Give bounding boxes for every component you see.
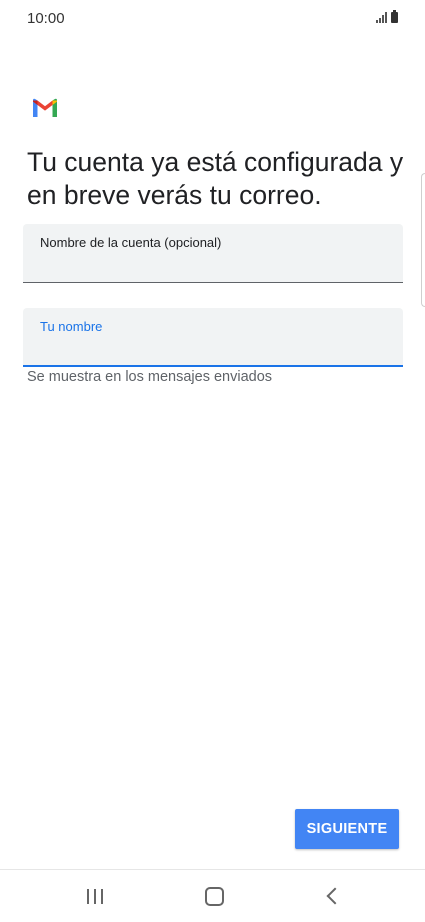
recents-icon	[87, 888, 103, 904]
recents-button[interactable]	[75, 881, 115, 911]
signal-icon	[376, 12, 387, 23]
back-button[interactable]	[313, 881, 353, 911]
your-name-input[interactable]	[40, 337, 391, 359]
account-name-field[interactable]: Nombre de la cuenta (opcional)	[23, 224, 403, 283]
home-button[interactable]	[194, 881, 234, 911]
page-title: Tu cuenta ya está configurada y en breve…	[27, 147, 404, 210]
gmail-setup-screen: 10:00 Tu cuenta ya está configurada y en…	[0, 0, 425, 922]
status-bar: 10:00	[0, 0, 425, 40]
status-icons	[376, 10, 398, 23]
your-name-helper-text: Se muestra en los mensajes enviados	[27, 369, 273, 385]
edge-panel-handle[interactable]	[421, 173, 425, 307]
home-icon	[204, 886, 224, 906]
account-name-input[interactable]	[40, 254, 391, 276]
battery-icon	[391, 10, 398, 23]
account-name-label: Nombre de la cuenta (opcional)	[40, 235, 222, 250]
your-name-label: Tu nombre	[40, 319, 103, 334]
gmail-logo-icon	[33, 98, 57, 117]
navigation-bar	[0, 870, 425, 922]
your-name-field[interactable]: Tu nombre	[23, 308, 403, 367]
next-button[interactable]: SIGUIENTE	[295, 809, 399, 849]
back-icon	[326, 887, 344, 905]
status-time: 10:00	[27, 10, 65, 27]
